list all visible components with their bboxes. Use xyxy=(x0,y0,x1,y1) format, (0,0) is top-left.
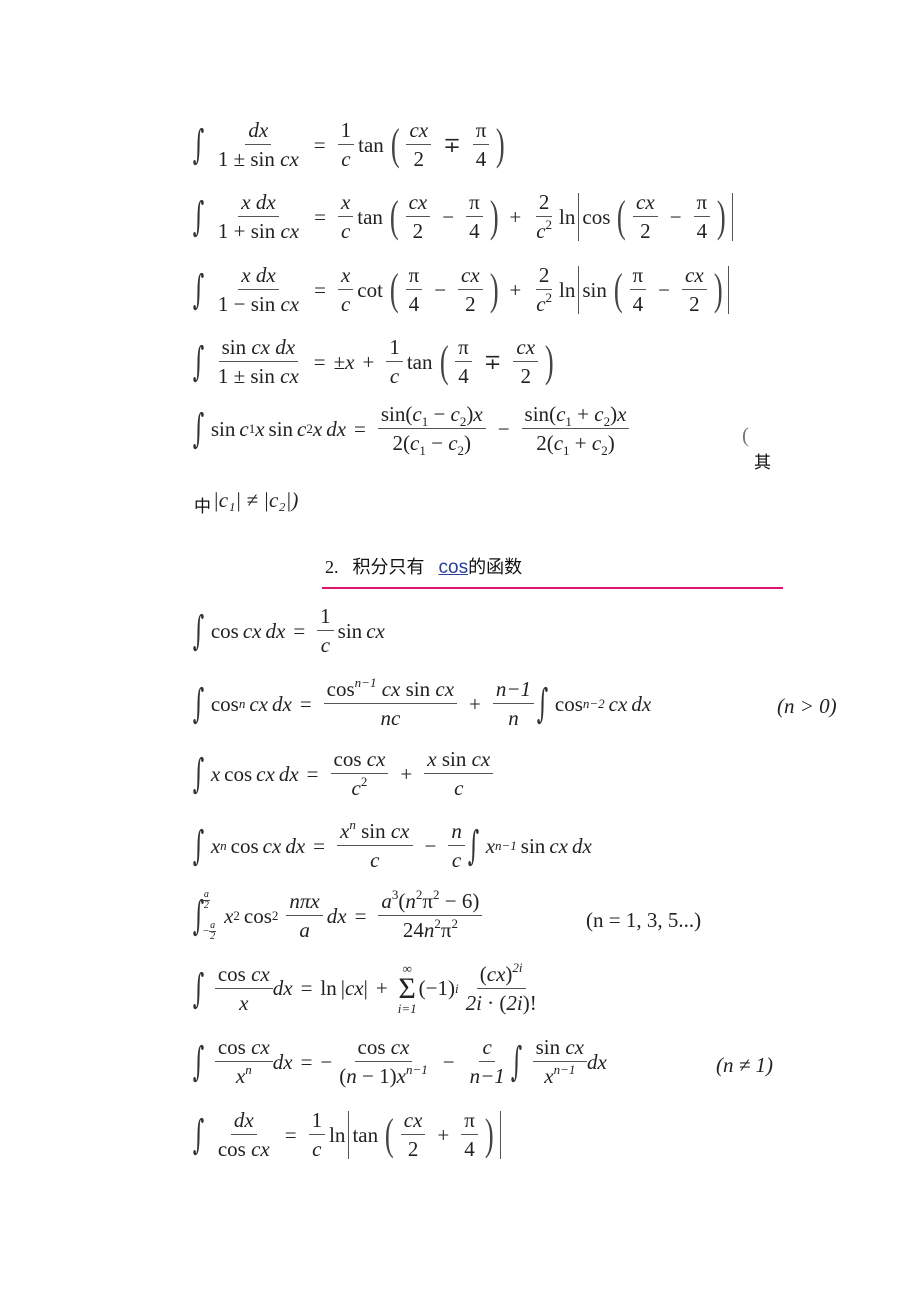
summation: ∞ Σ i=1 xyxy=(397,961,417,1016)
integral-sign: ∫ xyxy=(192,681,205,727)
formula-g7: ∫ cos cx xn dx = − cos cx (n − 1)xn−1 − … xyxy=(192,1035,607,1088)
formula-g4: ∫ x n cos cx dx = xn sin cx c − nc ∫ x n−1 sin… xyxy=(192,817,592,872)
heading-number: 2. xyxy=(325,557,339,577)
formula-f3: ∫ x dx 1 − sin cx = xc cot ( π4 − cx 2 ) … xyxy=(192,265,732,315)
formula-f1: ∫ dx 1 ± sin cx = 1c tan ( cx 2 ∓ π4 ) xyxy=(192,118,506,171)
fraction: dx 1 ± sin cx xyxy=(217,118,299,171)
f5-note-line2: 中 |c₁| ≠ |c₂|) xyxy=(194,488,299,517)
formula-g2: ∫ cos n cx dx = cosn−1 cx sin cx nc + n−1 n … xyxy=(192,675,652,730)
abs-bar xyxy=(728,266,730,314)
integral-sign: ∫ xyxy=(467,823,479,869)
integral-sign: ∫ xyxy=(510,1039,522,1085)
g5-condition: (n = 1, 3, 5...) xyxy=(586,908,702,932)
integral-sign: ∫ xyxy=(192,608,205,654)
abs-bar xyxy=(731,193,733,241)
formula-g1: ∫ cos cx dx = 1c sin cx xyxy=(192,604,385,657)
heading-rule xyxy=(322,587,783,589)
integral-sign: ∫ xyxy=(192,1039,205,1085)
integral-sign: ∫ xyxy=(192,965,205,1012)
integral-sign: ∫ xyxy=(192,406,205,452)
formula-f5: ∫ sin c1x sin c2x dx = sin(c1 − c2)x 2(c… xyxy=(192,404,633,457)
abs-bar xyxy=(578,193,580,241)
integral-sign: ∫ xyxy=(192,122,205,168)
integral-sign: ∫ xyxy=(192,339,205,385)
formula-f2: ∫ x dx 1 + sin cx = xc tan ( cx 2 − π4 ) … xyxy=(192,192,736,242)
g7-condition: (n ≠ 1) xyxy=(716,1053,774,1077)
abs-bar xyxy=(499,1111,501,1159)
heading-text: 积分只有 xyxy=(352,557,425,578)
integral-sign: ∫ xyxy=(192,823,205,869)
formula-g6: ∫ cos cx x dx = ln | cx | + ∞ Σ i=1 (−1) i (… xyxy=(192,959,537,1016)
integral-sign: ∫ xyxy=(192,1112,205,1158)
formula-g5: ∫ a2 − a 2 x 2 cos 2 nπx a dx = a3(n2π2 − 6) … xyxy=(192,888,486,942)
cos-link[interactable]: cos xyxy=(439,557,469,579)
formula-g8: ∫ dx cos cx = 1c ln tan ( cx 2 + π4 ) xyxy=(192,1110,504,1160)
abs-bar xyxy=(348,1111,350,1159)
formula-g3: ∫ x cos cx dx = cos cx c2 + x sin cx c xyxy=(192,749,497,799)
integral-sign: ∫ xyxy=(192,267,205,313)
f5-note-cjk-1: 其 xyxy=(754,453,771,473)
f5-note-open-paren: ( xyxy=(742,423,749,447)
abs-bar xyxy=(578,266,580,314)
heading-text-after: 的函数 xyxy=(468,557,523,578)
integral-sign: ∫ xyxy=(192,893,205,939)
integral-sign: ∫ xyxy=(192,751,205,797)
integral-sign: ∫ xyxy=(192,194,205,240)
integral-sign: ∫ xyxy=(536,681,549,727)
section-heading: 2. 积分只有 cos 的函数 xyxy=(325,553,522,579)
g2-condition: (n > 0) xyxy=(777,694,837,718)
integral-limits: a2 − a 2 xyxy=(202,889,217,942)
formula-f4: ∫ sin cx dx 1 ± sin cx = ± x + 1c tan ( π… xyxy=(192,335,554,388)
